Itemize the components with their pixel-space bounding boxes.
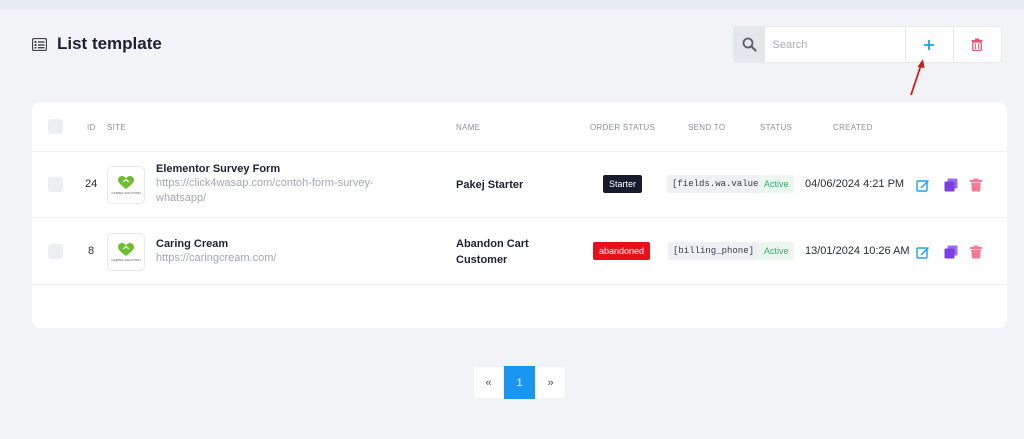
trash-icon [971,38,983,51]
created-date: 13/01/2024 10:26 AM [805,245,910,257]
column-header-status: STATUS [760,123,793,132]
send-to-field: [fields.wa.value] [667,175,769,193]
column-header-id: ID [87,123,96,132]
table-row: 8 CARING SOLUTION Caring Cream https://c… [32,218,1007,285]
site-name: Elementor Survey Form [156,163,281,175]
table-header: ID SITE NAME ORDER STATUS SEND TO STATUS… [32,102,1007,152]
search-button[interactable] [734,27,765,62]
annotation-arrow-icon [910,59,925,96]
toolbar [733,26,1002,63]
edit-icon[interactable] [916,245,930,259]
status-badge: Active [759,242,794,260]
page-header: List template [32,26,1002,64]
search-input[interactable] [764,27,905,62]
column-header-site: SITE [107,123,126,132]
logo-caption: CARING SOLUTION [111,190,141,195]
send-to-field: [billing_phone] [668,242,760,260]
template-table: ID SITE NAME ORDER STATUS SEND TO STATUS… [32,102,1007,328]
list-icon [32,37,47,51]
created-date: 04/06/2024 4:21 PM [805,178,905,190]
column-header-created: CREATED [833,123,873,132]
page-1-button[interactable]: 1 [504,366,535,399]
add-button[interactable] [904,27,953,62]
heart-logo-icon [118,175,134,189]
title-wrap: List template [32,34,162,54]
site-cell: Elementor Survey Form https://click4wasa… [156,163,401,206]
page-title: List template [57,34,162,53]
delete-icon[interactable] [969,178,983,192]
search-icon [742,37,757,52]
column-header-send-to: SEND TO [688,123,726,132]
top-strip [0,0,1024,10]
next-page-button[interactable]: » [535,366,566,399]
row-id: 24 [85,178,98,190]
prev-page-button[interactable]: « [473,366,504,399]
site-logo: CARING SOLUTION [107,166,145,204]
order-status-badge: abandoned [593,242,651,260]
row-checkbox[interactable] [48,244,63,259]
site-url[interactable]: https://click4wasap.com/contoh-form-surv… [156,176,401,206]
site-logo: CARING SOLUTION [107,233,145,271]
duplicate-icon[interactable] [944,245,958,259]
duplicate-icon[interactable] [944,178,958,192]
template-name: Abandon Cart Customer [456,238,529,266]
logo-caption: CARING SOLUTION [111,257,141,262]
site-url[interactable]: https://caringcream.com/ [156,251,401,266]
delete-icon[interactable] [969,245,983,259]
plus-icon [924,39,935,50]
bulk-delete-button[interactable] [952,27,1001,62]
table-row: 24 CARING SOLUTION Elementor Survey Form… [32,152,1007,218]
select-all-checkbox[interactable] [48,119,63,134]
template-name: Pakej Starter [456,179,524,191]
column-header-order-status: ORDER STATUS [590,123,656,132]
pagination: « 1 » [473,366,566,399]
row-checkbox[interactable] [48,177,63,192]
column-header-name: NAME [456,123,481,132]
status-badge: Active [759,175,794,193]
site-cell: Caring Cream https://caringcream.com/ [156,238,401,266]
heart-logo-icon [118,242,134,256]
row-id: 8 [88,245,95,257]
edit-icon[interactable] [916,178,930,192]
order-status-badge: Starter [603,175,643,193]
site-name: Caring Cream [156,238,229,250]
